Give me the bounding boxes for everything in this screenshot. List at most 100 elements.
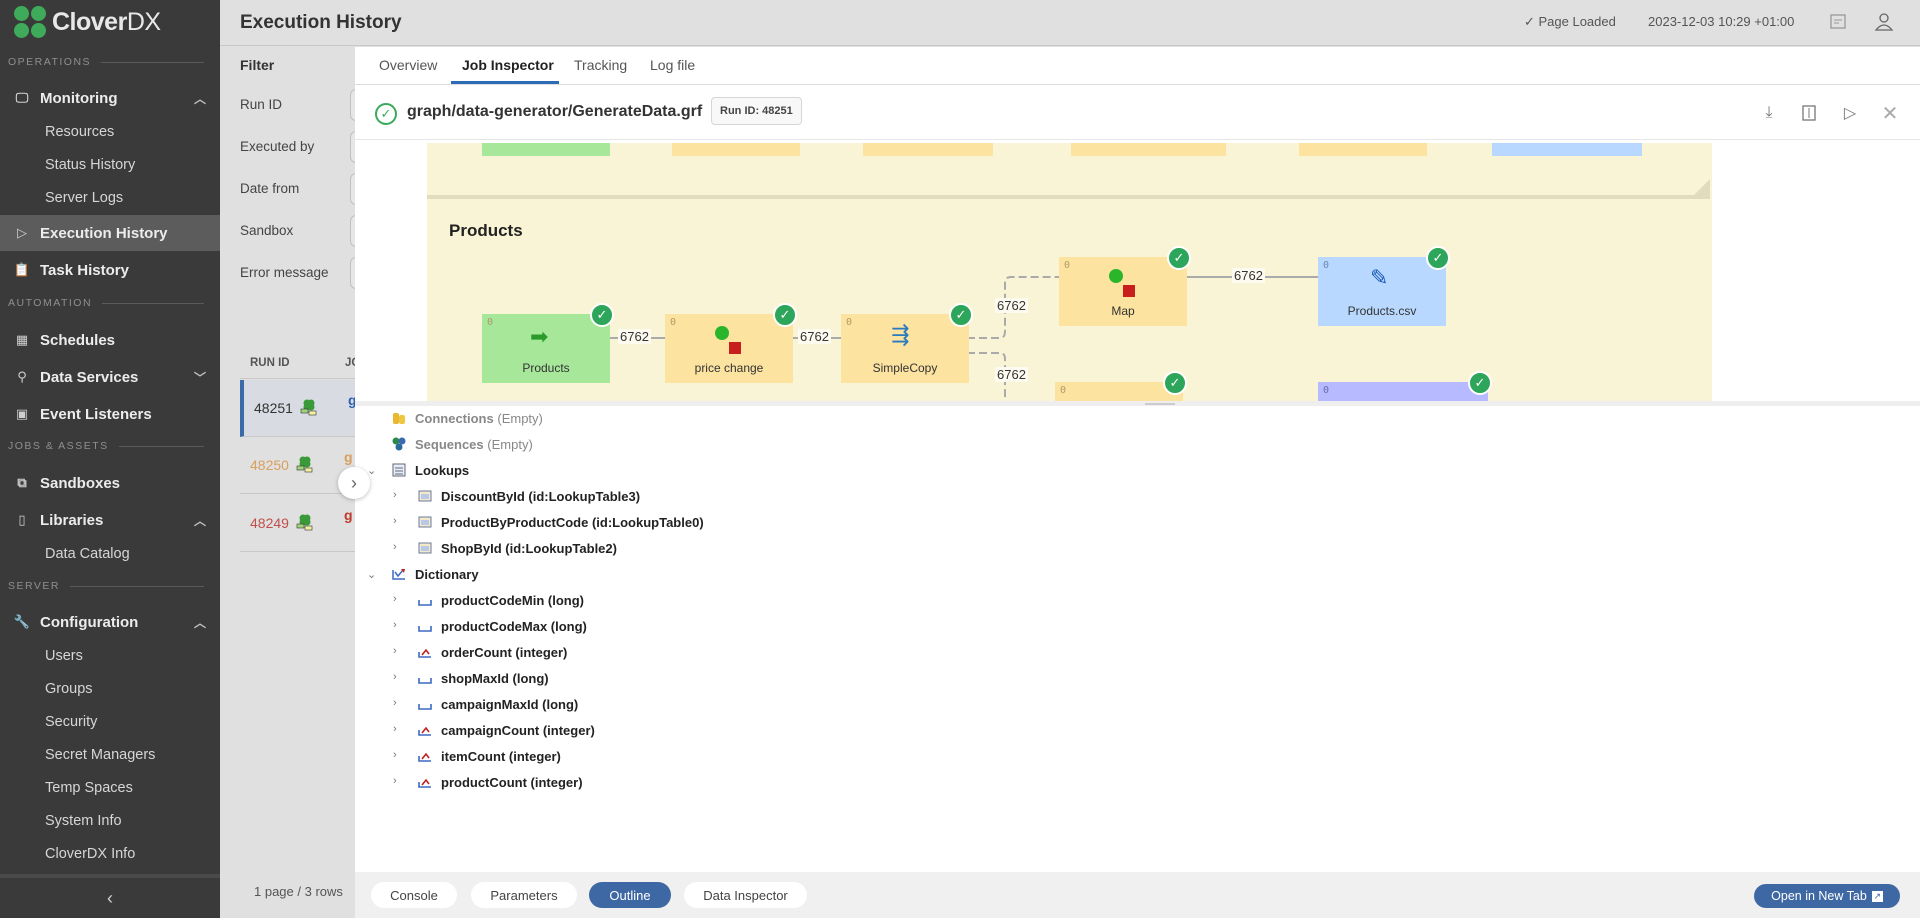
component-bottom[interactable]: 0 xyxy=(1318,382,1488,401)
chevron-right-icon[interactable]: › xyxy=(393,723,397,735)
nav-task-history[interactable]: 📋 Task History xyxy=(0,252,220,288)
chevron-right-icon[interactable]: › xyxy=(393,645,397,657)
tree-dictionary-item[interactable]: productCodeMax (long) xyxy=(417,615,587,637)
nav-users[interactable]: Users xyxy=(45,648,83,664)
server-time: 2023-12-03 10:29 +01:00 xyxy=(1648,14,1795,29)
port-number: 0 xyxy=(1323,260,1330,271)
user-icon[interactable] xyxy=(1874,12,1894,32)
chevron-right-icon[interactable]: › xyxy=(393,593,397,605)
component-products[interactable]: 0 ➡ Products xyxy=(482,314,610,383)
book-icon: ▯ xyxy=(18,512,26,527)
tree-lookup-item[interactable]: DiscountById (id:LookupTable3) xyxy=(417,485,640,507)
nav-configuration[interactable]: 🔧 Configuration ︿ xyxy=(0,604,220,640)
tree-label: itemCount (integer) xyxy=(441,748,561,764)
job-name-truncated[interactable]: g xyxy=(344,507,353,523)
chevron-right-icon[interactable]: › xyxy=(393,489,397,501)
nav-system-info[interactable]: System Info xyxy=(45,813,122,829)
run-icon[interactable]: ▷ xyxy=(1840,103,1860,123)
tree-dictionary-item[interactable]: campaignCount (integer) xyxy=(417,719,595,741)
integer-type-icon xyxy=(417,748,433,764)
component-map[interactable]: 0 Map xyxy=(1059,257,1187,326)
tree-dictionary-item[interactable]: productCodeMin (long) xyxy=(417,589,584,611)
job-name-truncated[interactable]: g xyxy=(344,449,353,465)
graph-canvas[interactable]: Products 0 ➡ Products ✓ 0 price change ✓… xyxy=(355,143,1920,401)
table-header-divider xyxy=(240,378,355,379)
open-in-new-tab-button[interactable]: Open in New Tab ↗ xyxy=(1754,884,1900,908)
tree-connections[interactable]: Connections (Empty) xyxy=(391,407,543,429)
table-row[interactable]: 48249 g xyxy=(240,495,355,552)
tab-tracking[interactable]: Tracking xyxy=(574,57,627,73)
component-products-csv[interactable]: 0 ✎ Products.csv xyxy=(1318,257,1446,326)
nav-server-logs[interactable]: Server Logs xyxy=(45,190,123,206)
lookup-icon xyxy=(417,488,433,504)
job-detail-panel: Overview Job Inspector Tracking Log file… xyxy=(355,47,1920,918)
brand-main: Clover xyxy=(52,7,127,36)
nav-status-history[interactable]: Status History xyxy=(45,157,135,173)
nav-cloverdx-info[interactable]: CloverDX Info xyxy=(45,846,135,862)
tree-lookup-item[interactable]: ShopById (id:LookupTable2) xyxy=(417,537,617,559)
chevron-down-icon[interactable]: ⌄ xyxy=(367,568,376,581)
tree-dictionary-item[interactable]: shopMaxId (long) xyxy=(417,667,549,689)
nav-data-catalog[interactable]: Data Catalog xyxy=(45,546,130,562)
nav-sandboxes[interactable]: ⧉ Sandboxes xyxy=(0,465,220,501)
tab-data-inspector[interactable]: Data Inspector xyxy=(684,882,807,908)
sequence-icon xyxy=(391,436,407,452)
nav-libraries[interactable]: ▯ Libraries ︿ xyxy=(0,502,220,538)
nav-groups[interactable]: Groups xyxy=(45,681,93,697)
nav-security[interactable]: Security xyxy=(45,714,97,730)
collapse-sidebar-button[interactable]: ‹ xyxy=(0,874,220,918)
tree-label: campaignCount (integer) xyxy=(441,722,595,738)
component-simplecopy[interactable]: 0 ⇶ SimpleCopy xyxy=(841,314,969,383)
tree-dictionary-item[interactable]: productCount (integer) xyxy=(417,771,583,793)
nav-temp-spaces[interactable]: Temp Spaces xyxy=(45,780,133,796)
chevron-down-icon: ﹀ xyxy=(193,371,206,385)
chevron-right-icon[interactable]: › xyxy=(393,619,397,631)
chevron-right-icon[interactable]: › xyxy=(393,697,397,709)
download-icon[interactable]: ⤓ xyxy=(1759,103,1779,123)
tree-dictionary[interactable]: Dictionary xyxy=(391,563,479,585)
tab-overview[interactable]: Overview xyxy=(379,57,437,73)
run-id: 48249 xyxy=(250,515,289,531)
tab-outline[interactable]: Outline xyxy=(589,882,671,908)
nav-execution-history[interactable]: ▷ Execution History xyxy=(0,215,220,251)
clover-job-icon xyxy=(296,455,314,473)
nav-data-services[interactable]: ⚲ Data Services ﹀ xyxy=(0,359,220,395)
nav-schedules[interactable]: ▦ Schedules xyxy=(0,322,220,358)
component-price-change[interactable]: 0 price change xyxy=(665,314,793,383)
tree-dictionary-item[interactable]: orderCount (integer) xyxy=(417,641,567,663)
writer-icon: ✎ xyxy=(1370,265,1389,290)
nav-resources[interactable]: Resources xyxy=(45,124,114,140)
nav-secret-managers[interactable]: Secret Managers xyxy=(45,747,155,763)
tree-dictionary-item[interactable]: campaignMaxId (long) xyxy=(417,693,578,715)
chevron-right-icon[interactable]: › xyxy=(393,515,397,527)
table-row[interactable]: 48251 g xyxy=(240,380,357,437)
tree-lookups[interactable]: Lookups xyxy=(391,459,469,481)
tree-lookup-item[interactable]: ProductByProductCode (id:LookupTable0) xyxy=(417,511,704,533)
nav-event-listeners[interactable]: ▣ Event Listeners xyxy=(0,396,220,432)
page-status: ✓ Page Loaded xyxy=(1524,14,1616,29)
port-number: 0 xyxy=(487,317,494,328)
lookup-icon xyxy=(417,514,433,530)
chevron-right-icon[interactable]: › xyxy=(393,775,397,787)
tree-label: Dictionary xyxy=(415,566,479,582)
chevron-right-icon[interactable]: › xyxy=(393,749,397,761)
tab-console[interactable]: Console xyxy=(371,882,457,908)
notes-icon[interactable] xyxy=(1828,12,1848,32)
chevron-right-icon[interactable]: › xyxy=(393,541,397,553)
cloverdx-logo[interactable]: CloverDX xyxy=(14,6,161,38)
document-icon[interactable] xyxy=(1799,103,1819,123)
split-handle[interactable] xyxy=(1145,403,1175,405)
long-type-icon xyxy=(417,618,433,634)
chevron-right-icon[interactable]: › xyxy=(393,671,397,683)
wrench-icon: 🔧 xyxy=(13,614,31,629)
tree-dictionary-item[interactable]: itemCount (integer) xyxy=(417,745,561,767)
tab-log-file[interactable]: Log file xyxy=(650,57,695,73)
tree-sequences[interactable]: Sequences (Empty) xyxy=(391,433,533,455)
close-icon[interactable]: ✕ xyxy=(1880,103,1900,125)
nav-monitoring[interactable]: 🖵 Monitoring ︿ xyxy=(0,80,220,116)
column-run-id[interactable]: RUN ID xyxy=(250,357,290,369)
check-icon: ✓ xyxy=(773,303,797,327)
tab-job-inspector[interactable]: Job Inspector xyxy=(462,57,554,73)
expand-panel-button[interactable]: › xyxy=(338,467,370,499)
tab-parameters[interactable]: Parameters xyxy=(471,882,577,908)
